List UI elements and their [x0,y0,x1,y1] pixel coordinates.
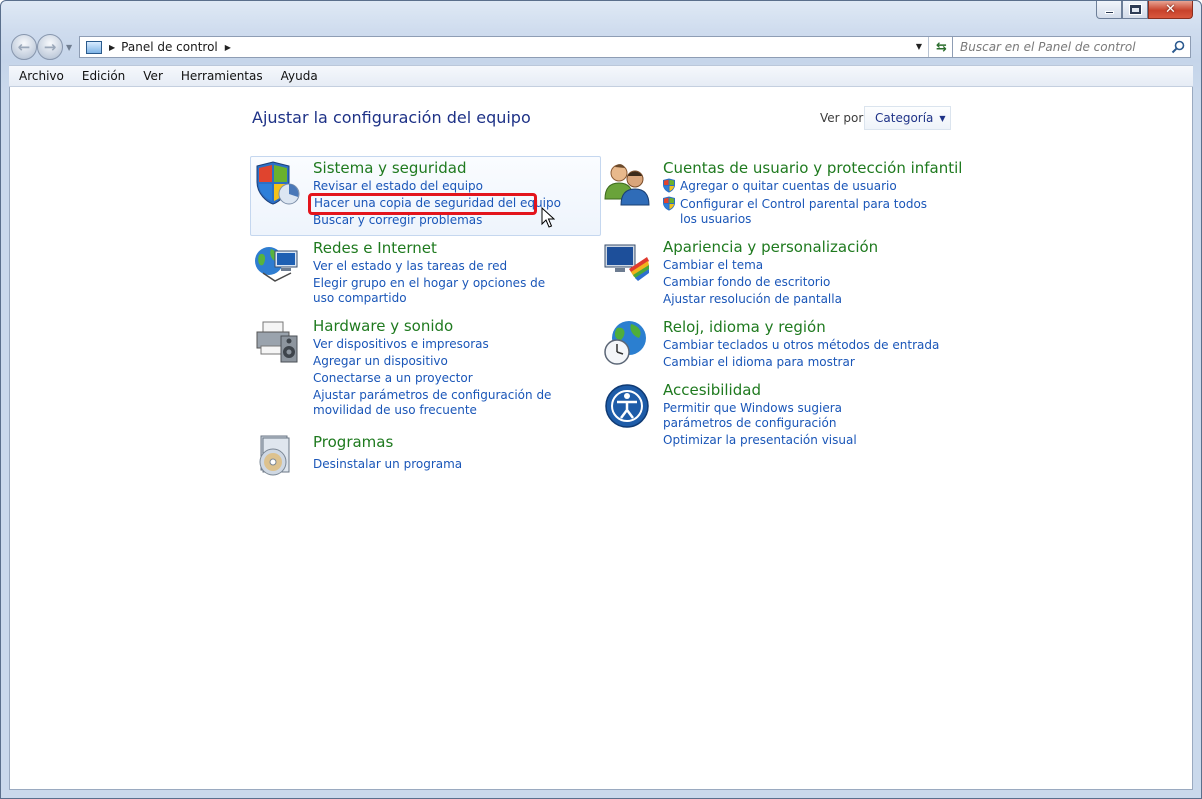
menu-file[interactable]: Archivo [9,69,72,83]
chevron-down-icon: ▼ [939,113,946,123]
link-optimize-visual[interactable]: Optimizar la presentación visual [663,433,857,448]
menu-bar: Archivo Edición Ver Herramientas Ayuda [9,65,1193,87]
category-title-programs[interactable]: Programas [313,433,393,451]
arrow-right-icon: → [43,38,57,56]
link-troubleshoot[interactable]: Buscar y corregir problemas [313,213,482,228]
link-network-status[interactable]: Ver el estado y las tareas de red [313,259,507,274]
refresh-icon: ⇆ [936,39,947,55]
uac-shield-icon [663,178,675,193]
menu-view[interactable]: Ver [133,69,171,83]
refresh-button[interactable]: ⇆ [928,37,954,57]
link-change-background[interactable]: Cambiar fondo de escritorio [663,275,830,290]
close-icon: ✕ [1165,2,1176,17]
link-add-remove-accounts[interactable]: Agregar o quitar cuentas de usuario [680,179,897,194]
caption-buttons: ✕ [1096,1,1193,19]
link-parental-control[interactable]: Configurar el Control parental para todo… [680,197,930,227]
search-icon[interactable] [1171,40,1185,54]
link-homegroup[interactable]: Elegir grupo en el hogar y opciones de u… [313,276,553,306]
category-title-network[interactable]: Redes e Internet [313,239,437,257]
control-panel-window: ✕ ← → ▼ ▶ Panel de control ▶ ▼ ⇆ Archivo… [0,0,1202,799]
category-title-system[interactable]: Sistema y seguridad [313,159,466,177]
program-disc-icon[interactable] [253,432,301,480]
minimize-button[interactable] [1096,1,1122,19]
link-change-theme[interactable]: Cambiar el tema [663,258,763,273]
link-windows-suggest[interactable]: Permitir que Windows sugiera parámetros … [663,401,913,431]
uac-shield-icon [663,196,675,211]
search-box [952,36,1191,58]
category-title-accessibility[interactable]: Accesibilidad [663,381,761,399]
page-title: Ajustar la configuración del equipo [252,108,531,127]
highlight-box [308,193,537,215]
maximize-button[interactable] [1122,1,1148,19]
menu-edit[interactable]: Edición [72,69,133,83]
link-mobility-settings[interactable]: Ajustar parámetros de configuración de m… [313,388,603,418]
globe-clock-icon[interactable] [603,318,651,366]
link-add-device[interactable]: Agregar un dispositivo [313,354,448,369]
menu-help[interactable]: Ayuda [271,69,326,83]
address-dropdown-icon[interactable]: ▼ [916,42,922,51]
printer-speaker-icon[interactable] [253,318,301,366]
breadcrumb-control-panel[interactable]: Panel de control [121,40,218,54]
close-button[interactable]: ✕ [1148,1,1193,19]
maximize-icon [1128,4,1142,15]
menu-tools[interactable]: Herramientas [171,69,271,83]
link-change-language[interactable]: Cambiar el idioma para mostrar [663,355,855,370]
link-review-status[interactable]: Revisar el estado del equipo [313,179,483,194]
mouse-pointer-icon [541,207,555,228]
link-change-keyboards[interactable]: Cambiar teclados u otros métodos de entr… [663,338,939,353]
arrow-left-icon: ← [17,38,31,56]
category-title-users[interactable]: Cuentas de usuario y protección infantil [663,159,962,177]
minimize-icon [1104,11,1114,14]
accessibility-icon[interactable] [603,382,651,430]
view-by-value: Categoría [875,111,934,125]
control-panel-icon [86,40,102,54]
content-area: Ajustar la configuración del equipo Ver … [9,87,1193,790]
forward-button[interactable]: → [37,34,63,60]
link-connect-projector[interactable]: Conectarse a un proyector [313,371,473,386]
link-devices-printers[interactable]: Ver dispositivos e impresoras [313,337,489,352]
view-by-dropdown[interactable]: Categoría ▼ [864,106,951,130]
navigation-bar: ← → ▼ ▶ Panel de control ▶ ▼ ⇆ [9,34,1191,60]
link-screen-resolution[interactable]: Ajustar resolución de pantalla [663,292,842,307]
breadcrumb-chevron-icon[interactable]: ▶ [109,43,115,52]
search-input[interactable] [953,37,1163,57]
breadcrumb-chevron-icon[interactable]: ▶ [225,43,231,52]
address-bar[interactable]: ▶ Panel de control ▶ ▼ ⇆ [79,36,955,58]
monitor-palette-icon[interactable] [603,239,651,287]
back-button[interactable]: ← [11,34,37,60]
link-uninstall-program[interactable]: Desinstalar un programa [313,457,462,472]
view-by-label: Ver por: [820,111,868,125]
category-title-clock[interactable]: Reloj, idioma y región [663,318,826,336]
recent-pages-dropdown[interactable]: ▼ [66,43,72,52]
users-icon[interactable] [603,159,651,207]
category-title-appearance[interactable]: Apariencia y personalización [663,238,878,256]
shield-icon[interactable] [253,160,301,208]
network-globe-icon[interactable] [253,239,301,287]
category-title-hardware[interactable]: Hardware y sonido [313,317,453,335]
